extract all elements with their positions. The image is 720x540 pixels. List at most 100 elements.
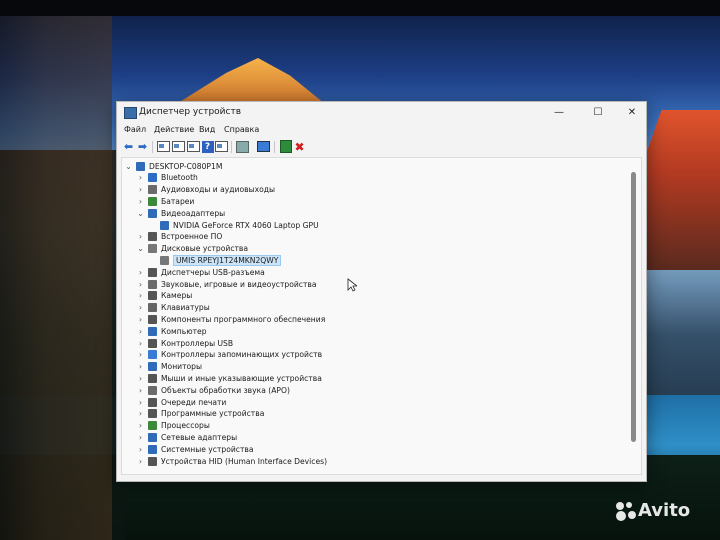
show-hide-console-tree-button[interactable] [157,140,170,153]
expand-chevron-icon[interactable]: › [136,232,145,241]
system-device-icon [148,444,157,454]
tree-item-label: Диспетчеры USB-разъема [161,267,265,277]
keyboard-icon [148,303,157,313]
console-tree-icon [157,141,170,152]
close-button[interactable]: ✕ [625,106,639,120]
tree-item-label: Мыши и иные указывающие устройства [161,373,322,383]
uninstall-device-button[interactable]: ✖ [293,140,306,154]
expand-chevron-icon[interactable]: › [136,303,145,312]
expand-chevron-icon[interactable]: › [136,409,145,418]
tree-device-row[interactable]: NVIDIA GeForce RTX 4060 Laptop GPU [148,219,319,231]
tree-category-row[interactable]: › Контроллеры запоминающих устройств [136,349,322,361]
tree-category-row[interactable]: › Процессоры [136,420,210,432]
tree-category-row[interactable]: › Сетевые адаптеры [136,431,237,443]
expand-chevron-icon[interactable]: › [136,433,145,442]
avito-watermark: Avito [614,500,690,522]
tree-item-label: Аудиовходы и аудиовыходы [161,185,275,195]
menu-view[interactable]: Вид [199,125,215,134]
tree-category-row[interactable]: ⌄ Видеоадаптеры [136,207,225,219]
collapse-chevron-icon[interactable]: ⌄ [136,209,145,218]
expand-chevron-icon[interactable]: › [136,398,145,407]
tree-category-row[interactable]: › Очереди печати [136,396,226,408]
expand-chevron-icon[interactable]: › [136,339,145,348]
software-component-icon [148,314,157,324]
tree-category-row[interactable]: › Компоненты программного обеспечения [136,313,325,325]
expand-chevron-icon[interactable]: › [136,327,145,336]
expand-chevron-icon[interactable]: › [136,315,145,324]
expand-chevron-icon[interactable]: › [136,445,145,454]
collapse-chevron-icon[interactable]: ⌄ [124,162,133,171]
update-driver-icon [279,140,292,153]
speaker-icon [148,185,157,195]
tree-category-row[interactable]: › Мониторы [136,361,202,373]
tree-category-row[interactable]: › Контроллеры USB [136,337,233,349]
expand-chevron-icon[interactable]: › [136,280,145,289]
tree-category-row[interactable]: › Компьютер [136,325,207,337]
network-adapter-icon [148,432,157,442]
menu-action[interactable]: Действие [154,125,194,134]
tree-category-row[interactable]: › Системные устройства [136,443,254,455]
expand-chevron-icon[interactable]: › [136,386,145,395]
scan-hardware-button[interactable] [236,140,249,153]
expand-chevron-icon[interactable]: › [136,291,145,300]
tree-item-label: Дисковые устройства [161,244,249,254]
action-pane-icon [215,141,228,152]
expand-chevron-icon[interactable]: › [136,185,145,194]
action-pane-button[interactable] [215,140,228,153]
tree-item-label: NVIDIA GeForce RTX 4060 Laptop GPU [173,220,319,230]
expand-chevron-icon[interactable]: › [136,374,145,383]
toolbar-separator [274,141,275,153]
tree-category-row[interactable]: › Объекты обработки звука (APO) [136,384,290,396]
processor-icon [148,421,157,431]
update-driver-button[interactable] [279,140,292,153]
tree-item-label: DESKTOP-C080P1M [149,161,223,171]
tree-category-row[interactable]: › Bluetooth [136,172,198,184]
maximize-button[interactable]: ☐ [591,106,605,120]
expand-chevron-icon[interactable]: › [136,197,145,206]
menu-file[interactable]: Файл [124,125,146,134]
usb-icon [148,267,157,277]
tree-category-row[interactable]: › Батареи [136,195,194,207]
expand-chevron-icon[interactable]: › [136,457,145,466]
firmware-icon [148,232,157,242]
forward-button[interactable]: ➡ [136,140,149,153]
tree-category-row[interactable]: › Устройства HID (Human Interface Devices… [136,455,327,467]
software-device-icon [148,409,157,419]
tree-item-label: Программные устройства [161,409,265,419]
toolbar-separator [152,141,153,153]
tree-category-row[interactable]: › Мыши и иные указывающие устройства [136,372,322,384]
expand-chevron-icon[interactable]: › [136,362,145,371]
tree-category-row[interactable]: › Программные устройства [136,408,264,420]
tree-device-row[interactable]: UMIS RPEYJ1T24MKN2QWY [148,254,282,266]
back-button[interactable]: ⬅ [122,140,135,153]
expand-chevron-icon[interactable]: › [136,350,145,359]
tree-category-row[interactable]: › Звуковые, игровые и видеоустройства [136,278,317,290]
tree-item-label: Клавиатуры [161,303,210,313]
help-button[interactable]: ? [201,140,214,153]
menu-help[interactable]: Справка [224,125,259,134]
tree-category-row[interactable]: › Камеры [136,290,192,302]
usb-controller-icon [148,338,157,348]
avito-logo-icon [616,502,636,521]
tree-root[interactable]: ⌄ DESKTOP-C080P1M [124,160,222,172]
tree-item-label: Батареи [161,196,195,206]
tree-category-row[interactable]: › Встроенное ПО [136,231,222,243]
tree-category-row[interactable]: › Аудиовходы и аудиовыходы [136,184,275,196]
scan-hardware-icon [236,140,249,153]
expand-chevron-icon[interactable]: › [136,268,145,277]
battery-icon [148,196,157,206]
minimize-button[interactable]: — [552,106,566,120]
tree-category-row[interactable]: ⌄ Дисковые устройства [136,243,248,255]
tree-item-label: Объекты обработки звука (APO) [161,385,290,395]
add-legacy-hardware-button[interactable] [257,140,270,153]
tree-category-row[interactable]: › Диспетчеры USB-разъема [136,266,265,278]
properties-button[interactable] [172,140,185,153]
expand-chevron-icon[interactable]: › [136,421,145,430]
tree-item-label: Камеры [161,291,193,301]
vertical-scrollbar[interactable] [631,172,636,442]
refresh-button[interactable] [187,140,200,153]
tree-category-row[interactable]: › Клавиатуры [136,302,210,314]
collapse-chevron-icon[interactable]: ⌄ [136,244,145,253]
expand-chevron-icon[interactable]: › [136,173,145,182]
avito-watermark-text: Avito [638,500,691,521]
